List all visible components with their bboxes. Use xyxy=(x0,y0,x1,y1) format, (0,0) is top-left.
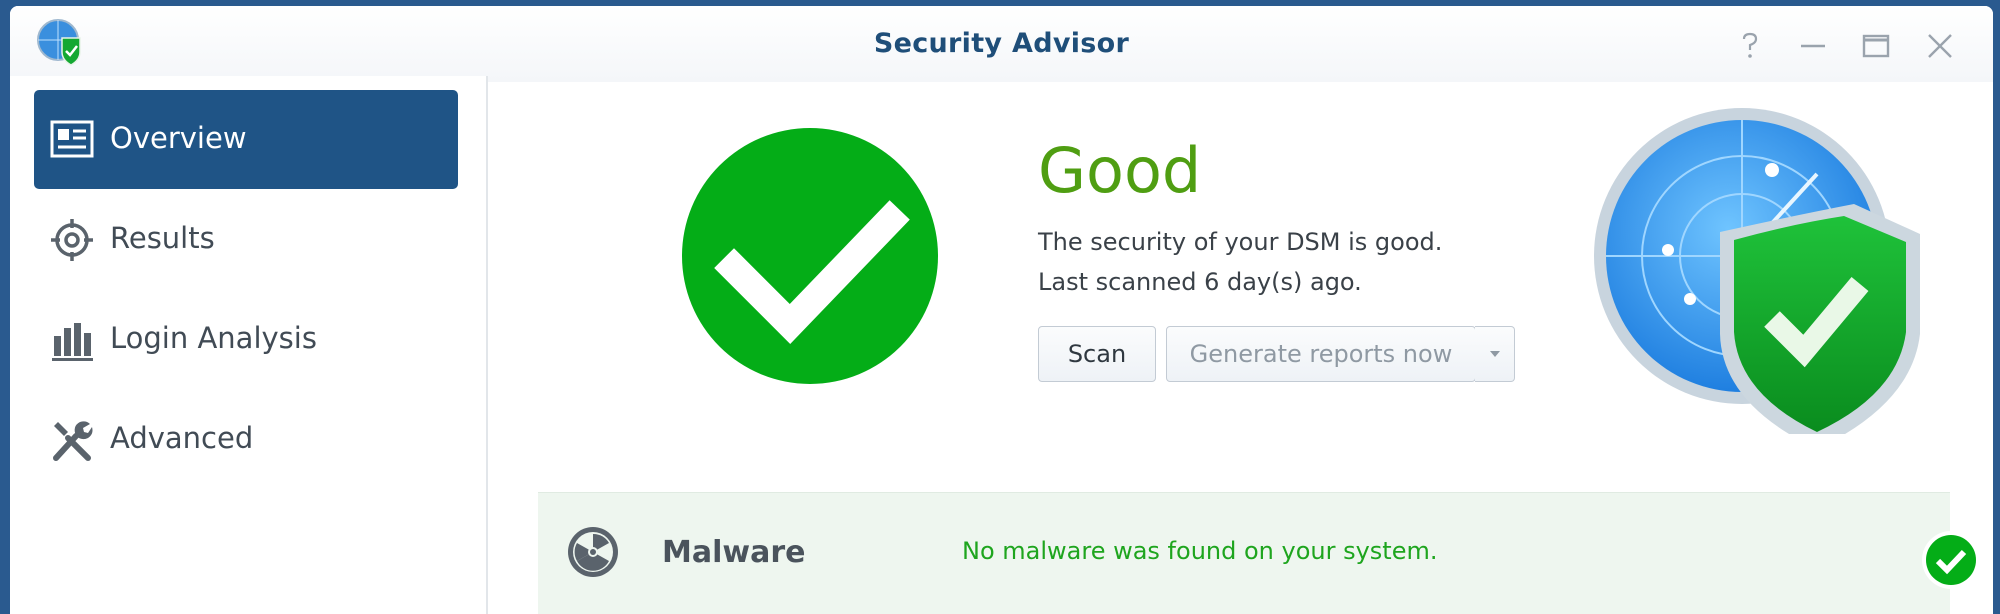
close-icon[interactable] xyxy=(1920,26,1960,66)
maximize-icon[interactable] xyxy=(1856,26,1896,66)
status-check-icon xyxy=(682,128,938,384)
sidebar-item-login-analysis[interactable]: Login Analysis xyxy=(34,290,458,389)
last-scanned-text: Last scanned 6 day(s) ago. xyxy=(1038,268,1362,296)
bar-chart-icon xyxy=(50,318,94,362)
sidebar-item-overview[interactable]: Overview xyxy=(34,90,458,189)
help-icon[interactable] xyxy=(1730,26,1770,66)
malware-status-text: No malware was found on your system. xyxy=(962,537,1438,565)
check-icon xyxy=(1922,531,1980,589)
target-icon xyxy=(50,218,94,262)
overview-panel: Good The security of your DSM is good. L… xyxy=(490,76,1993,614)
generate-reports-button[interactable]: Generate reports now xyxy=(1166,326,1515,382)
generate-reports-label: Generate reports now xyxy=(1189,340,1453,368)
overview-card-icon xyxy=(50,118,94,162)
title-bar[interactable]: Security Advisor xyxy=(10,6,1993,82)
minimize-icon[interactable] xyxy=(1793,26,1833,66)
malware-title: Malware xyxy=(662,535,806,570)
status-title: Good xyxy=(1038,134,1202,207)
sidebar-item-label: Overview xyxy=(110,121,247,155)
sidebar-item-label: Login Analysis xyxy=(110,321,317,355)
malware-result-row[interactable]: Malware No malware was found on your sys… xyxy=(538,492,1980,614)
report-options-dropdown[interactable] xyxy=(1475,326,1515,382)
radar-shield-illustration xyxy=(1592,104,1922,449)
sidebar-item-advanced[interactable]: Advanced xyxy=(34,390,458,489)
sidebar-item-label: Advanced xyxy=(110,421,254,455)
window-title: Security Advisor xyxy=(873,28,1130,59)
chevron-down-icon xyxy=(1490,351,1500,357)
radiation-icon xyxy=(566,525,620,579)
sidebar-item-label: Results xyxy=(110,221,215,255)
status-description: The security of your DSM is good. xyxy=(1038,228,1443,256)
scan-button[interactable]: Scan xyxy=(1038,326,1156,382)
sidebar-item-results[interactable]: Results xyxy=(34,190,458,289)
sidebar: Overview Results Login Analysis Advanced xyxy=(10,76,488,614)
security-advisor-window: Security Advisor Overview Results Login … xyxy=(10,6,1993,614)
tools-icon xyxy=(50,418,94,462)
